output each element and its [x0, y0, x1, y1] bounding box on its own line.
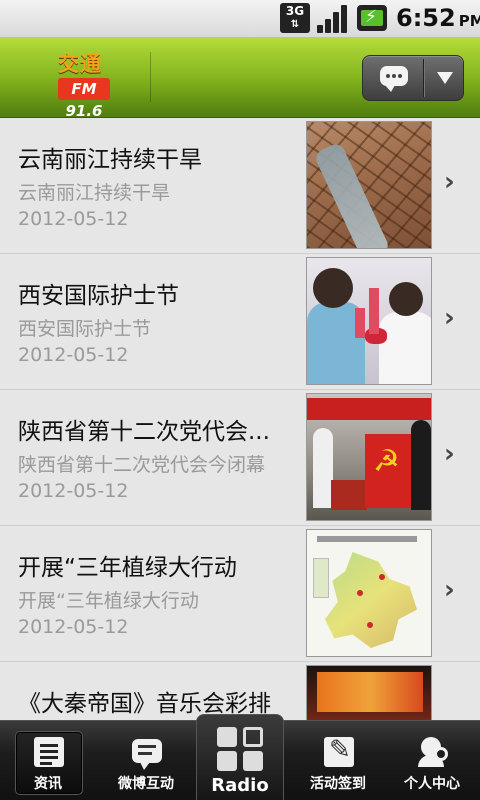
message-menu-button[interactable]: [362, 55, 464, 101]
caret-down-icon[interactable]: [437, 72, 453, 84]
tab-label: 微博互动: [118, 776, 174, 792]
news-date: 2012-05-12: [18, 344, 129, 366]
news-item[interactable]: 西安国际护士节 西安国际护士节 2012-05-12 ›: [0, 254, 480, 390]
tab-label: Radio: [211, 775, 269, 796]
news-thumbnail: [306, 121, 432, 249]
network-type: 3G: [285, 4, 305, 18]
tab-label: 活动签到: [310, 776, 366, 792]
news-title: 开展“三年植绿大行动: [18, 555, 237, 581]
tab-news[interactable]: 资讯: [0, 721, 96, 800]
tab-profile[interactable]: 个人中心: [384, 721, 480, 800]
news-subtitle: 陕西省第十二次党代会今闭幕: [18, 454, 266, 476]
signal-strength-icon: [317, 3, 349, 33]
news-date: 2012-05-12: [18, 480, 129, 502]
user-search-icon: [418, 737, 448, 767]
news-thumbnail: [306, 529, 432, 657]
logo-frequency: FM 91.6: [58, 78, 110, 120]
news-list: 云南丽江持续干旱 云南丽江持续干旱 2012-05-12 › 西安国际护士节 西…: [0, 118, 480, 720]
station-logo: 交通 FM 91.6: [58, 52, 110, 120]
news-title: 《大秦帝国》音乐会彩排: [18, 691, 271, 717]
chat-icon: [132, 739, 162, 770]
logo-top-text: 交通: [58, 52, 102, 76]
news-date: 2012-05-12: [18, 208, 129, 230]
tab-label: 资讯: [34, 776, 62, 792]
news-thumbnail: [306, 257, 432, 385]
tab-radio[interactable]: Radio: [196, 714, 284, 800]
news-thumbnail: [306, 665, 432, 720]
news-title: 西安国际护士节: [18, 283, 179, 309]
tab-label: 个人中心: [404, 776, 460, 792]
news-item[interactable]: 开展“三年植绿大行动 开展“三年植绿大行动 2012-05-12 ›: [0, 526, 480, 662]
battery-charging-icon: ⚡: [357, 5, 387, 31]
network-3g-icon: 3G ⇅: [280, 3, 310, 33]
chat-bubble-icon: [380, 66, 408, 92]
news-title: 陕西省第十二次党代会...: [18, 419, 270, 445]
news-thumbnail: [306, 393, 432, 521]
news-item[interactable]: 《大秦帝国》音乐会彩排 ›: [0, 662, 480, 720]
document-icon: [34, 737, 64, 767]
news-item[interactable]: 云南丽江持续干旱 云南丽江持续干旱 2012-05-12 ›: [0, 118, 480, 254]
app-header: 交通 FM 91.6: [0, 38, 480, 120]
news-subtitle: 西安国际护士节: [18, 318, 152, 340]
tab-checkin[interactable]: 活动签到: [290, 721, 386, 800]
tab-weibo[interactable]: 微博互动: [98, 721, 194, 800]
chevron-right-icon: ›: [444, 167, 455, 197]
news-subtitle: 云南丽江持续干旱: [18, 182, 171, 204]
clock-ampm: PM: [458, 12, 480, 30]
news-title: 云南丽江持续干旱: [18, 147, 202, 173]
chevron-right-icon: ›: [444, 575, 455, 605]
header-divider: [150, 52, 151, 102]
data-arrows-icon: ⇅: [290, 19, 300, 30]
news-date: 2012-05-12: [18, 616, 129, 638]
edit-icon: [324, 735, 354, 767]
news-subtitle: 开展“三年植绿大行动: [18, 590, 199, 612]
clock: 6:52 PM: [396, 4, 480, 32]
chevron-right-icon: ›: [444, 439, 455, 469]
clock-time: 6:52: [396, 4, 456, 32]
news-item[interactable]: 陕西省第十二次党代会... 陕西省第十二次党代会今闭幕 2012-05-12 ›: [0, 390, 480, 526]
grid-icon: [217, 727, 237, 747]
status-bar: 3G ⇅ ⚡ 6:52 PM: [0, 0, 480, 38]
chevron-right-icon: ›: [444, 303, 455, 333]
